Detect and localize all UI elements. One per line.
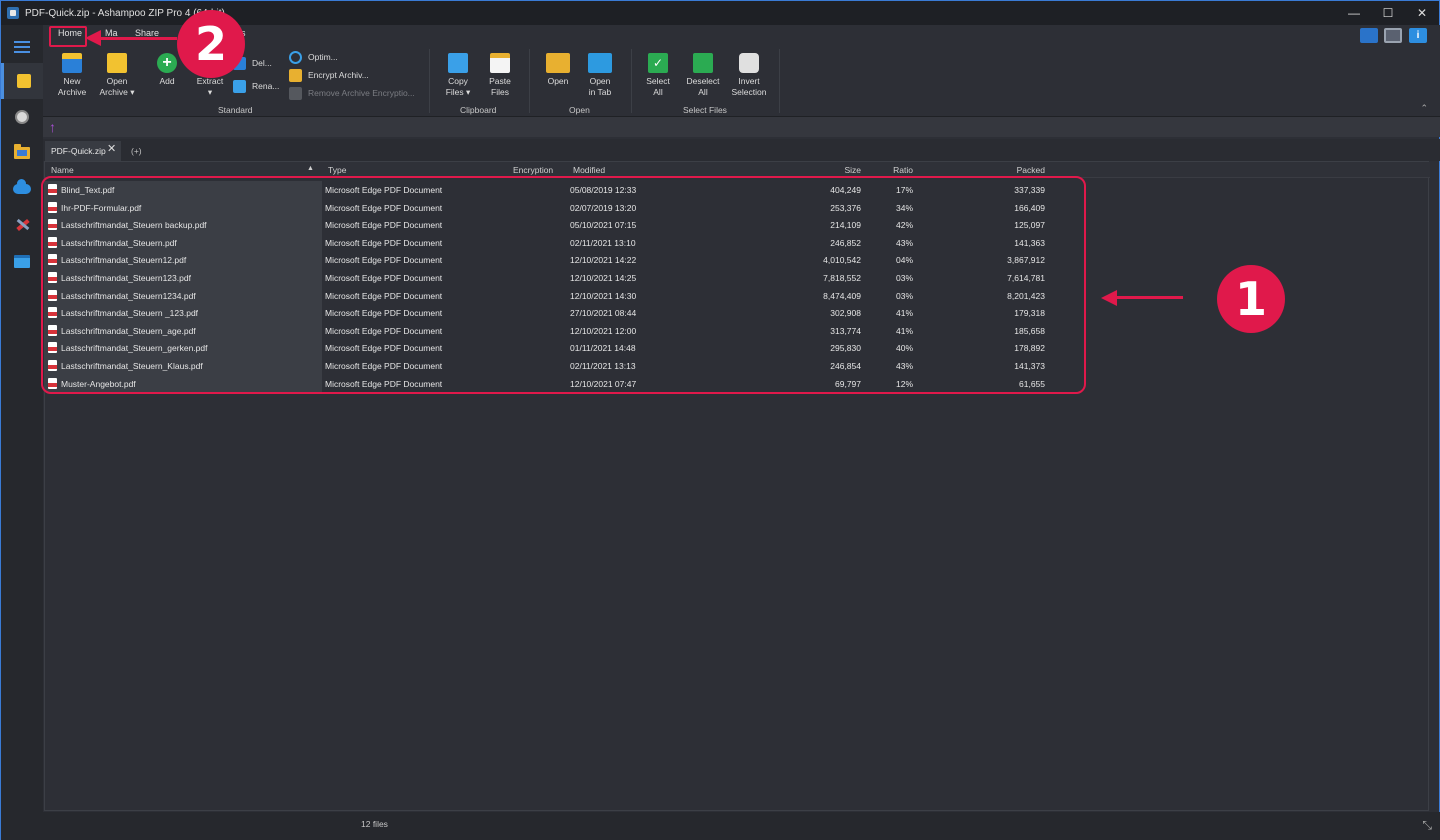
add-tab-button[interactable]: (+) bbox=[131, 146, 142, 156]
open-button[interactable]: Open bbox=[543, 53, 573, 87]
paste-files-button[interactable]: Paste Files bbox=[483, 53, 517, 98]
resize-grip-icon[interactable]: ⤡ bbox=[1422, 818, 1432, 833]
annotation-arrow-line-1 bbox=[1115, 296, 1183, 299]
settings-gear-icon[interactable] bbox=[1384, 28, 1402, 43]
window-icon bbox=[14, 254, 30, 268]
sidebar-item-explorer[interactable] bbox=[1, 135, 43, 171]
sidebar-item-archive[interactable] bbox=[1, 63, 43, 99]
minimize-button[interactable]: — bbox=[1337, 1, 1371, 25]
column-header-name[interactable]: Name bbox=[51, 165, 74, 175]
group-label-clipboard: Clipboard bbox=[460, 105, 497, 115]
clock-icon bbox=[15, 110, 29, 124]
copy-files-button[interactable]: Copy Files ▾ bbox=[441, 53, 475, 98]
menu-button[interactable] bbox=[1, 29, 43, 65]
status-bar: 12 files ⤡ bbox=[43, 812, 1440, 840]
archive-icon bbox=[16, 74, 31, 88]
copy-icon bbox=[448, 53, 468, 73]
document-tab-bar: PDF-Quick.zip ✕ (+) bbox=[43, 139, 1440, 161]
unlock-icon bbox=[289, 86, 302, 100]
group-label-standard: Standard bbox=[218, 105, 253, 115]
encrypt-archive-button[interactable]: Encrypt Archiv... bbox=[289, 67, 369, 83]
column-header-type[interactable]: Type bbox=[328, 165, 346, 175]
folder-icon bbox=[14, 144, 30, 159]
remove-encryption-button[interactable]: Remove Archive Encryptio... bbox=[289, 85, 415, 101]
paste-icon bbox=[490, 53, 510, 73]
annotation-badge-1: 1 bbox=[1217, 265, 1285, 333]
open-archive-button[interactable]: Open Archive ▾ bbox=[97, 53, 137, 98]
sidebar-item-window[interactable] bbox=[1, 243, 43, 279]
open-archive-icon bbox=[107, 53, 127, 73]
tools-icon bbox=[14, 218, 30, 232]
optimize-button[interactable]: Optim... bbox=[289, 49, 338, 65]
app-icon bbox=[7, 7, 19, 19]
sidebar-item-recent[interactable] bbox=[1, 99, 43, 135]
cloud-icon bbox=[13, 179, 31, 194]
new-archive-icon bbox=[62, 53, 82, 73]
ribbon: New Archive Open Archive ▾ + Add Extract… bbox=[43, 45, 1440, 117]
collapse-ribbon-icon[interactable]: ⌃ bbox=[1420, 103, 1428, 114]
check-icon: ✓ bbox=[648, 53, 668, 73]
ribbon-tab-bar: Home Ma Share s bbox=[43, 25, 1440, 45]
app-window: PDF-Quick.zip - Ashampoo ZIP Pro 4 (64-b… bbox=[0, 0, 1440, 840]
deselect-all-button[interactable]: Deselect All bbox=[683, 53, 723, 98]
info-icon[interactable]: i bbox=[1409, 28, 1427, 43]
lock-icon bbox=[289, 68, 302, 82]
sidebar-item-cloud[interactable] bbox=[1, 171, 43, 207]
theme-icon[interactable] bbox=[1360, 28, 1378, 43]
hamburger-icon bbox=[14, 41, 30, 53]
add-button[interactable]: + Add bbox=[153, 53, 181, 87]
left-sidebar bbox=[1, 25, 43, 840]
column-header-size[interactable]: Size bbox=[815, 165, 861, 175]
open-tab-icon bbox=[588, 53, 612, 73]
column-header-packed[interactable]: Packed bbox=[995, 165, 1045, 175]
rename-button[interactable]: Rena... bbox=[233, 78, 279, 94]
ribbon-separator bbox=[631, 49, 632, 113]
ribbon-separator bbox=[779, 49, 780, 113]
column-header-encryption[interactable]: Encryption bbox=[513, 165, 553, 175]
open-in-tab-button[interactable]: Open in Tab bbox=[583, 53, 617, 98]
annotation-badge-2: 2 bbox=[177, 10, 245, 78]
navigation-bar: ↑ bbox=[43, 117, 1440, 137]
maximize-button[interactable]: ☐ bbox=[1371, 1, 1405, 25]
group-label-open: Open bbox=[569, 105, 590, 115]
annotation-box-file-list bbox=[41, 176, 1086, 394]
column-header-modified[interactable]: Modified bbox=[573, 165, 605, 175]
optimize-icon bbox=[289, 50, 302, 64]
sidebar-item-tools[interactable] bbox=[1, 207, 43, 243]
close-button[interactable]: ✕ bbox=[1405, 1, 1439, 25]
rename-icon bbox=[233, 79, 246, 93]
file-count: 12 files bbox=[361, 819, 388, 829]
deselect-icon bbox=[693, 53, 713, 73]
annotation-arrow-line-2 bbox=[99, 37, 177, 40]
group-label-select-files: Select Files bbox=[683, 105, 727, 115]
select-all-button[interactable]: ✓ Select All bbox=[643, 53, 673, 98]
ribbon-separator bbox=[529, 49, 530, 113]
annotation-box-home-tab bbox=[49, 26, 87, 47]
up-folder-icon[interactable]: ↑ bbox=[49, 120, 56, 134]
window-controls: — ☐ ✕ bbox=[1337, 1, 1439, 25]
invert-icon bbox=[739, 53, 759, 73]
sort-ascending-icon: ▲ bbox=[307, 165, 314, 172]
close-tab-icon[interactable]: ✕ bbox=[107, 142, 116, 155]
plus-icon: + bbox=[157, 53, 177, 73]
invert-selection-button[interactable]: Invert Selection bbox=[729, 53, 769, 98]
new-archive-button[interactable]: New Archive bbox=[55, 53, 89, 98]
ribbon-separator bbox=[429, 49, 430, 113]
open-folder-icon bbox=[546, 53, 570, 73]
column-header-ratio[interactable]: Ratio bbox=[885, 165, 913, 175]
